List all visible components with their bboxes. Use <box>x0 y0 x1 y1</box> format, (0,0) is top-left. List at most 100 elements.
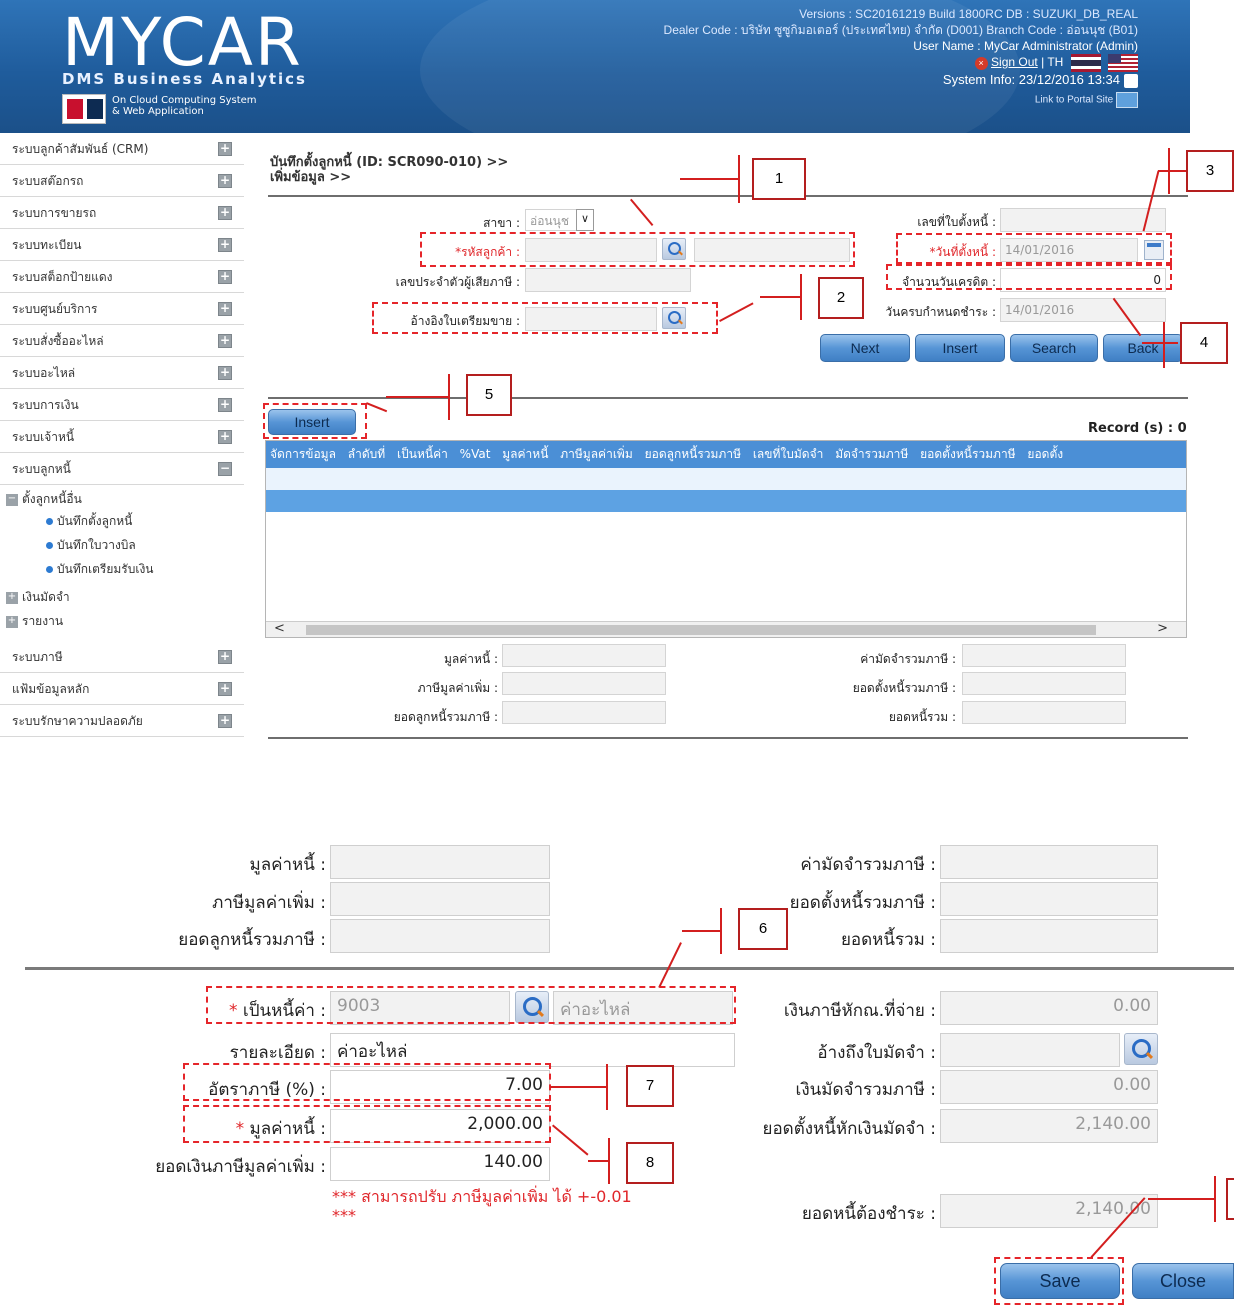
expand-icon[interactable]: + <box>218 398 232 412</box>
callout-5: 5 <box>466 374 512 416</box>
expand-icon[interactable]: + <box>218 430 232 444</box>
payable-label: ยอดหนี้ต้องชำระ : <box>801 1204 936 1224</box>
highlight-debt-for <box>206 986 736 1024</box>
column-header[interactable]: จัดการข้อมูล <box>270 447 336 461</box>
zoom-total-debt-value <box>940 919 1158 953</box>
column-header[interactable]: เลขที่ใบมัดจำ <box>753 447 824 461</box>
zoom-setup-label: ยอดตั้งหนี้รวมภาษี : <box>789 893 936 913</box>
sidebar-item-tax[interactable]: ระบบภาษี + <box>0 641 244 673</box>
highlight-debt-date <box>896 233 1172 264</box>
sidebar-group-label: เงินมัดจำ <box>22 590 70 604</box>
sidebar-item-car-stock[interactable]: ระบบสต๊อกรถ + <box>0 165 244 197</box>
column-header[interactable]: ยอดตั้งหนี้รวมภาษี <box>920 447 1015 461</box>
expand-icon[interactable]: + <box>218 714 232 728</box>
insert-button[interactable]: Insert <box>915 334 1005 362</box>
user-text: User Name : MyCar Administrator (Admin) <box>913 39 1138 53</box>
sidebar-item-red-plate[interactable]: ระบบสต็อกป้ายแดง + <box>0 261 244 293</box>
expand-icon[interactable]: + <box>218 334 232 348</box>
expand-icon[interactable]: + <box>218 206 232 220</box>
column-header[interactable]: มูลค่าหนี้ <box>502 447 548 461</box>
summary-deposit-label: ค่ามัดจำรวมภาษี : <box>860 652 956 666</box>
callout-leader <box>682 930 722 932</box>
chevron-left-icon[interactable]: < <box>274 621 285 636</box>
portal-link[interactable]: Link to Portal Site <box>1035 95 1113 106</box>
payable-value: 2,140.00 <box>940 1194 1158 1228</box>
callout-leader <box>386 396 448 398</box>
highlight-save <box>994 1257 1124 1305</box>
thai-flag-icon[interactable] <box>1070 54 1101 72</box>
sidebar-item-master-data[interactable]: แฟ้มข้อมูลหลัก + <box>0 673 244 705</box>
expand-icon[interactable]: + <box>218 650 232 664</box>
callout-leader <box>588 1160 610 1162</box>
chevron-right-icon[interactable]: > <box>1157 621 1168 636</box>
sidebar-item-parts[interactable]: ระบบอะไหล่ + <box>0 357 244 389</box>
sidebar-group-other-receivables[interactable]: − ตั้งลูกหนี้อื่น <box>6 488 82 510</box>
column-header[interactable]: เป็นหนี้ค่า <box>397 447 448 461</box>
sidebar-leaf-prepare-receipt[interactable]: บันทึกเตรียมรับเงิน <box>46 558 154 580</box>
column-header[interactable]: ลำดับที่ <box>348 447 385 461</box>
column-header[interactable]: %Vat <box>460 447 491 461</box>
search-button[interactable]: Search <box>1010 334 1098 362</box>
sign-out-link[interactable]: Sign Out <box>991 55 1038 69</box>
sidebar-item-receivables[interactable]: ระบบลูกหนี้ − <box>0 453 244 485</box>
table-row[interactable] <box>266 468 1186 490</box>
collapse-icon[interactable]: − <box>218 462 232 476</box>
zoom-deposit-value <box>940 845 1158 879</box>
deposit-ref-search-icon[interactable] <box>1124 1033 1158 1065</box>
tax-id-input[interactable] <box>525 268 691 292</box>
column-header[interactable]: มัดจำรวมภาษี <box>835 447 908 461</box>
sidebar-leaf-record-receivable[interactable]: บันทึกตั้งลูกหนี้ <box>46 510 132 532</box>
column-header[interactable]: ภาษีมูลค่าเพิ่ม <box>560 447 633 461</box>
expand-icon[interactable]: + <box>6 591 18 604</box>
callout-7: 7 <box>626 1065 674 1107</box>
sidebar-item-label: ระบบการเงิน <box>12 398 79 412</box>
close-button[interactable]: Close <box>1132 1263 1234 1299</box>
deposit-ref-label: อ้างถึงใบมัดจำ : <box>817 1043 936 1063</box>
sidebar-group-report[interactable]: + รายงาน <box>6 610 63 632</box>
back-button[interactable]: Back <box>1103 334 1183 362</box>
description-input[interactable]: ค่าอะไหล่ <box>330 1033 735 1067</box>
column-header[interactable]: ยอดตั้ง <box>1027 447 1063 461</box>
expand-icon[interactable]: + <box>218 174 232 188</box>
expand-icon[interactable]: + <box>6 615 18 628</box>
summary-total-label: ยอดลูกหนี้รวมภาษี : <box>393 710 498 724</box>
due-date-input: 14/01/2016 <box>1000 298 1166 322</box>
system-info: System Info: 23/12/2016 13:34 <box>942 72 1120 87</box>
sidebar-item-crm[interactable]: ระบบลูกค้าสัมพันธ์ (CRM) + <box>0 133 244 165</box>
portal-icon[interactable] <box>1116 92 1138 108</box>
expand-icon[interactable]: + <box>218 302 232 316</box>
sidebar-item-security[interactable]: ระบบรักษาความปลอดภัย + <box>0 705 244 737</box>
horizontal-scrollbar[interactable]: < > <box>266 621 1186 637</box>
vat-amount-input[interactable]: 140.00 <box>330 1147 550 1181</box>
sign-out-icon[interactable]: × <box>974 56 988 70</box>
expand-icon[interactable]: + <box>218 142 232 156</box>
sidebar-item-parts-order[interactable]: ระบบสั่งซื้ออะไหล่ + <box>0 325 244 357</box>
branch-select[interactable]: อ่อนนุช <box>525 209 581 231</box>
scrollbar-thumb[interactable] <box>306 625 1096 635</box>
sidebar-item-payables[interactable]: ระบบเจ้าหนี้ + <box>0 421 244 453</box>
expand-icon[interactable]: + <box>218 238 232 252</box>
sidebar-item-label: แฟ้มข้อมูลหลัก <box>12 682 90 696</box>
sidebar: ระบบลูกค้าสัมพันธ์ (CRM) + ระบบสต๊อกรถ + ร… <box>0 133 244 745</box>
branch-label: สาขา : <box>483 216 520 230</box>
expand-icon[interactable]: + <box>218 682 232 696</box>
sidebar-item-service[interactable]: ระบบศูนย์บริการ + <box>0 293 244 325</box>
deposit-ref-input[interactable] <box>940 1033 1120 1067</box>
sidebar-group-deposit[interactable]: + เงินมัดจำ <box>6 586 70 608</box>
summary-vat-label: ภาษีมูลค่าเพิ่ม : <box>417 681 498 695</box>
tax-id-label: เลขประจำตัวผู้เสียภาษี : <box>395 275 520 289</box>
collapse-icon[interactable]: − <box>6 493 18 506</box>
chevron-down-icon[interactable]: ∨ <box>576 209 594 231</box>
next-button[interactable]: Next <box>820 334 910 362</box>
sidebar-item-registration[interactable]: ระบบทะเบียน + <box>0 229 244 261</box>
column-header[interactable]: ยอดลูกหนี้รวมภาษี <box>645 447 741 461</box>
expand-icon[interactable]: + <box>218 270 232 284</box>
sidebar-item-car-sales[interactable]: ระบบการขายรถ + <box>0 197 244 229</box>
expand-icon[interactable]: + <box>218 366 232 380</box>
sidebar-item-finance[interactable]: ระบบการเงิน + <box>0 389 244 421</box>
table-row[interactable] <box>266 490 1186 512</box>
us-flag-icon[interactable] <box>1108 54 1138 72</box>
system-info-icon <box>1124 73 1138 88</box>
highlight-credit-days <box>886 264 1172 290</box>
sidebar-leaf-record-bill[interactable]: บันทึกใบวางบิล <box>46 534 136 556</box>
